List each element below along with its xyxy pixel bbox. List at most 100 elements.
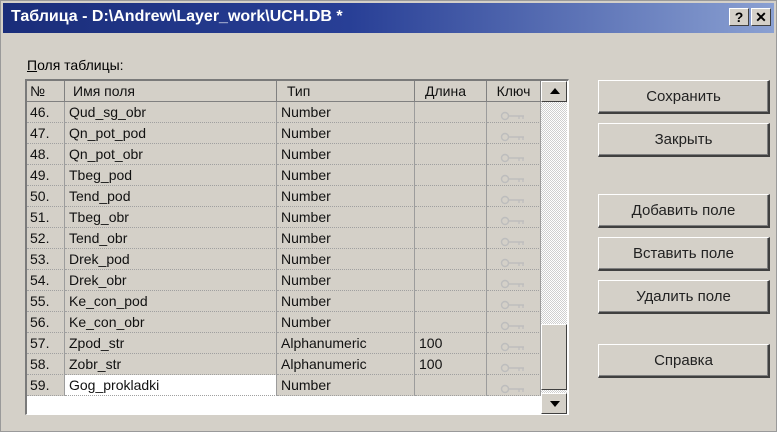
row-number: 46. [27, 102, 65, 123]
field-type-cell[interactable]: Number [277, 375, 415, 396]
key-cell[interactable] [487, 354, 541, 375]
scroll-up-arrow-icon [550, 88, 560, 94]
field-type-cell[interactable]: Number [277, 123, 415, 144]
field-type-cell[interactable]: Alphanumeric [277, 354, 415, 375]
row-number: 48. [27, 144, 65, 165]
key-cell[interactable] [487, 291, 541, 312]
key-cell[interactable] [487, 375, 541, 396]
row-number: 58. [27, 354, 65, 375]
field-type-cell[interactable]: Number [277, 228, 415, 249]
close-icon[interactable]: ✕ [751, 8, 771, 26]
row-number: 54. [27, 270, 65, 291]
field-length-cell[interactable] [415, 249, 487, 270]
row-number: 55. [27, 291, 65, 312]
column-header-num[interactable]: № [27, 81, 65, 102]
row-number: 53. [27, 249, 65, 270]
column-header-length[interactable]: Длина [415, 81, 487, 102]
fields-grid[interactable]: № Имя поля Тип Длина Ключ 46. Qud_sg_obr N… [25, 79, 569, 415]
column-header-type[interactable]: Тип [277, 81, 415, 102]
field-length-cell[interactable] [415, 270, 487, 291]
key-cell[interactable] [487, 333, 541, 354]
field-name-cell[interactable]: Drek_pod [65, 249, 277, 270]
field-length-cell[interactable] [415, 186, 487, 207]
title-bar: Таблица - D:\Andrew\Layer_work\UCH.DB * … [3, 3, 774, 33]
field-type-cell[interactable]: Number [277, 186, 415, 207]
key-cell[interactable] [487, 102, 541, 123]
field-name-cell[interactable]: Tbeg_obr [65, 207, 277, 228]
key-cell[interactable] [487, 207, 541, 228]
field-name-cell[interactable]: Gog_prokladki [65, 375, 277, 396]
save-button[interactable]: Сохранить [598, 80, 770, 114]
fields-label-text: оля таблицы: [37, 57, 124, 73]
key-cell[interactable] [487, 270, 541, 291]
field-length-cell[interactable] [415, 312, 487, 333]
field-name-cell[interactable]: Qn_pot_pod [65, 123, 277, 144]
key-cell[interactable] [487, 312, 541, 333]
field-type-cell[interactable]: Number [277, 102, 415, 123]
add-field-button[interactable]: Добавить поле [598, 194, 770, 228]
row-number: 57. [27, 333, 65, 354]
key-cell[interactable] [487, 228, 541, 249]
row-number: 59. [27, 375, 65, 396]
key-icon [500, 190, 528, 205]
field-name-cell[interactable]: Drek_obr [65, 270, 277, 291]
field-length-cell[interactable] [415, 123, 487, 144]
field-type-cell[interactable]: Alphanumeric [277, 333, 415, 354]
help-button[interactable]: Справка [598, 344, 770, 378]
help-icon[interactable]: ? [729, 8, 749, 26]
field-name-cell[interactable]: Tend_obr [65, 228, 277, 249]
key-icon [500, 148, 528, 163]
key-cell[interactable] [487, 165, 541, 186]
key-cell[interactable] [487, 123, 541, 144]
field-type-cell[interactable]: Number [277, 249, 415, 270]
field-name-cell[interactable]: Qud_sg_obr [65, 102, 277, 123]
field-type-cell[interactable]: Number [277, 270, 415, 291]
scroll-thumb[interactable] [541, 324, 567, 390]
column-header-name[interactable]: Имя поля [65, 81, 277, 102]
field-type-cell[interactable]: Number [277, 144, 415, 165]
field-length-cell[interactable] [415, 144, 487, 165]
column-header-key[interactable]: Ключ [487, 81, 541, 102]
field-name-cell[interactable]: Tbeg_pod [65, 165, 277, 186]
field-length-cell[interactable]: 100 [415, 354, 487, 375]
field-name-cell[interactable]: Qn_pot_obr [65, 144, 277, 165]
field-name-cell[interactable]: Ke_con_pod [65, 291, 277, 312]
key-icon [500, 295, 528, 310]
fields-label-accesskey: П [27, 57, 38, 73]
field-type-cell[interactable]: Number [277, 207, 415, 228]
row-number: 51. [27, 207, 65, 228]
key-icon [500, 253, 528, 268]
scroll-down-button[interactable] [541, 393, 567, 414]
insert-field-button[interactable]: Вставить поле [598, 237, 770, 271]
key-cell[interactable] [487, 249, 541, 270]
field-length-cell[interactable] [415, 165, 487, 186]
field-length-cell[interactable] [415, 207, 487, 228]
key-cell[interactable] [487, 186, 541, 207]
field-type-cell[interactable]: Number [277, 291, 415, 312]
key-cell[interactable] [487, 144, 541, 165]
delete-field-button[interactable]: Удалить поле [598, 280, 770, 314]
field-name-cell[interactable]: Tend_pod [65, 186, 277, 207]
field-length-cell[interactable] [415, 375, 487, 396]
field-length-cell[interactable] [415, 102, 487, 123]
field-name-cell[interactable]: Ke_con_obr [65, 312, 277, 333]
scroll-up-button[interactable] [541, 81, 567, 102]
key-icon [500, 127, 528, 142]
key-icon [500, 211, 528, 226]
field-type-cell[interactable]: Number [277, 312, 415, 333]
field-type-cell[interactable]: Number [277, 165, 415, 186]
field-name-cell[interactable]: Zobr_str [65, 354, 277, 375]
key-icon [500, 106, 528, 121]
close-button[interactable]: Закрыть [598, 123, 770, 157]
row-number: 49. [27, 165, 65, 186]
field-length-cell[interactable] [415, 228, 487, 249]
vertical-scrollbar[interactable] [541, 81, 567, 414]
row-number: 56. [27, 312, 65, 333]
key-icon [500, 274, 528, 289]
field-length-cell[interactable] [415, 291, 487, 312]
field-name-cell[interactable]: Zpod_str [65, 333, 277, 354]
field-length-cell[interactable]: 100 [415, 333, 487, 354]
row-number: 52. [27, 228, 65, 249]
scroll-down-arrow-icon [550, 401, 560, 407]
window-title: Таблица - D:\Andrew\Layer_work\UCH.DB * [11, 8, 343, 25]
